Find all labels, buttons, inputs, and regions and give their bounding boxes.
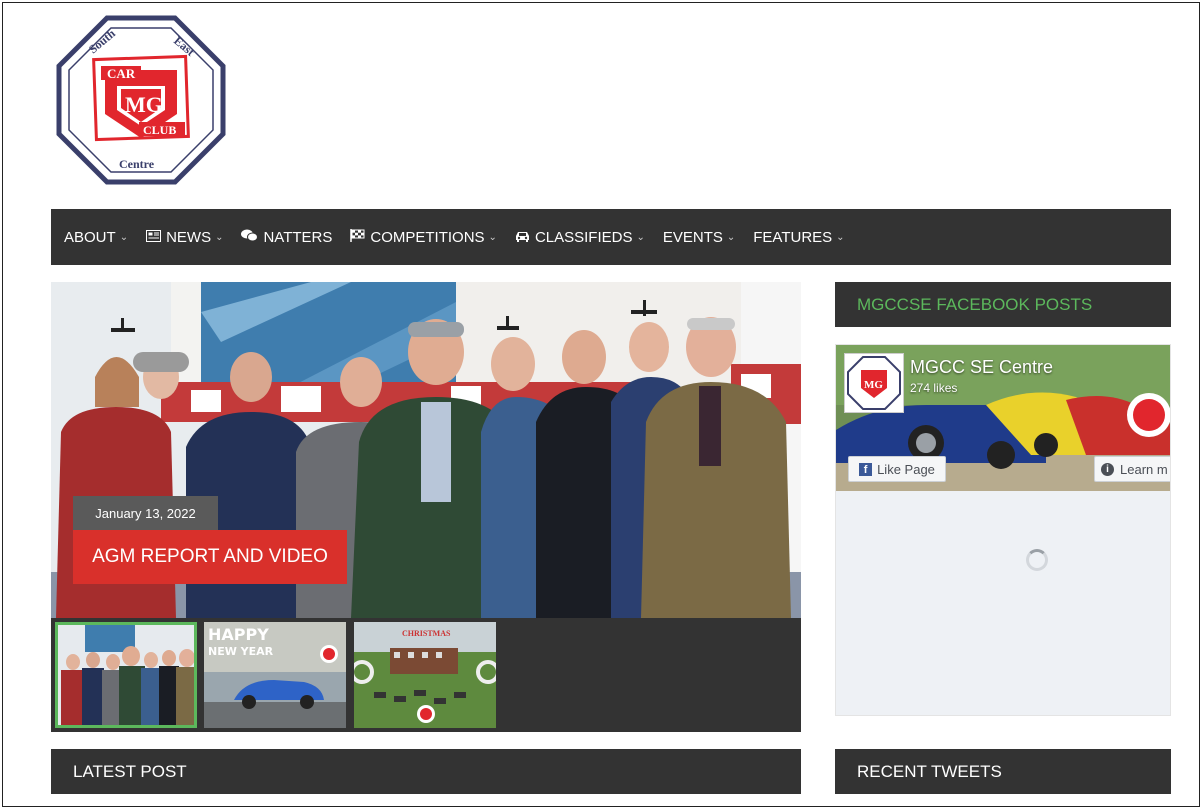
facebook-posts-heading: MGCCSE FACEBOOK POSTS — [835, 282, 1171, 327]
chevron-down-icon: ⌄ — [215, 231, 224, 243]
facebook-icon: f — [859, 462, 873, 476]
chevron-down-icon: ⌄ — [636, 231, 645, 243]
latest-post-heading: LATEST POST — [51, 749, 801, 794]
nav-competitions-label: COMPETITIONS — [370, 228, 485, 246]
chevron-down-icon: ⌄ — [488, 231, 497, 243]
facebook-like-page-button[interactable]: f Like Page — [848, 456, 946, 482]
nav-events[interactable]: EVENTS ⌄ — [663, 229, 735, 246]
flag-checkered-icon — [350, 229, 365, 245]
facebook-like-count: 274 likes — [910, 381, 958, 395]
nav-features[interactable]: FEATURES ⌄ — [753, 229, 844, 246]
logo-car-text: CAR — [107, 66, 136, 81]
chevron-down-icon: ⌄ — [119, 231, 129, 243]
club-logo[interactable]: South East CAR MG CLUB Centre — [55, 14, 227, 186]
svg-text:MG: MG — [864, 379, 883, 391]
info-icon: i — [1101, 462, 1114, 476]
like-page-label: Like Page — [877, 461, 935, 477]
facebook-page-avatar[interactable]: MG — [844, 353, 904, 413]
nav-natters[interactable]: NATTERS — [241, 229, 332, 246]
facebook-page-widget: MG MGCC SE Centre 274 likes f Like Page … — [835, 344, 1171, 716]
logo-centre-text: Centre — [119, 157, 155, 171]
newspaper-icon — [146, 229, 162, 245]
nav-classifieds[interactable]: CLASSIFIEDS ⌄ — [515, 229, 645, 246]
nav-about[interactable]: ABOUT ⌄ — [64, 229, 128, 246]
slider-thumbnails: HAPPY NEW YEAR CHRISTMAS — [51, 618, 801, 732]
nav-competitions[interactable]: COMPETITIONS ⌄ — [350, 229, 497, 246]
nav-features-label: FEATURES — [753, 228, 833, 246]
facebook-page-name[interactable]: MGCC SE Centre — [910, 357, 1053, 378]
thumb-christmas-text: CHRISTMAS — [402, 629, 451, 638]
post-date: January 13, 2022 — [73, 496, 218, 530]
learn-more-label: Learn m — [1120, 461, 1168, 477]
recent-tweets-heading: RECENT TWEETS — [835, 749, 1171, 794]
facebook-learn-more-button[interactable]: i Learn m — [1094, 456, 1170, 482]
car-icon — [515, 230, 530, 245]
nav-news-label: NEWS — [166, 228, 212, 246]
logo-club-text: CLUB — [143, 123, 176, 137]
nav-news[interactable]: NEWS ⌄ — [146, 229, 223, 246]
thumb-happy-text: HAPPY — [208, 625, 269, 644]
nav-classifieds-label: CLASSIFIEDS — [534, 228, 633, 246]
chevron-down-icon: ⌄ — [836, 231, 845, 243]
loading-spinner-icon — [1026, 549, 1048, 571]
thumb-new-year-text: NEW YEAR — [208, 645, 274, 658]
chevron-down-icon: ⌄ — [726, 231, 736, 243]
nav-natters-label: NATTERS — [263, 228, 333, 246]
nav-about-label: ABOUT — [64, 228, 116, 246]
comments-icon — [241, 229, 259, 245]
logo-mg-text: MG — [125, 92, 163, 117]
featured-post-title-link[interactable]: AGM REPORT AND VIDEO — [73, 530, 347, 584]
thumbnail-agm[interactable] — [55, 622, 197, 728]
main-nav: ABOUT ⌄ NEWS ⌄ NATTERS COMPETITIONS ⌄ CL… — [51, 209, 1171, 265]
nav-events-label: EVENTS — [662, 228, 723, 246]
thumbnail-new-year[interactable]: HAPPY NEW YEAR — [204, 622, 346, 728]
thumbnail-christmas[interactable]: CHRISTMAS — [354, 622, 496, 728]
